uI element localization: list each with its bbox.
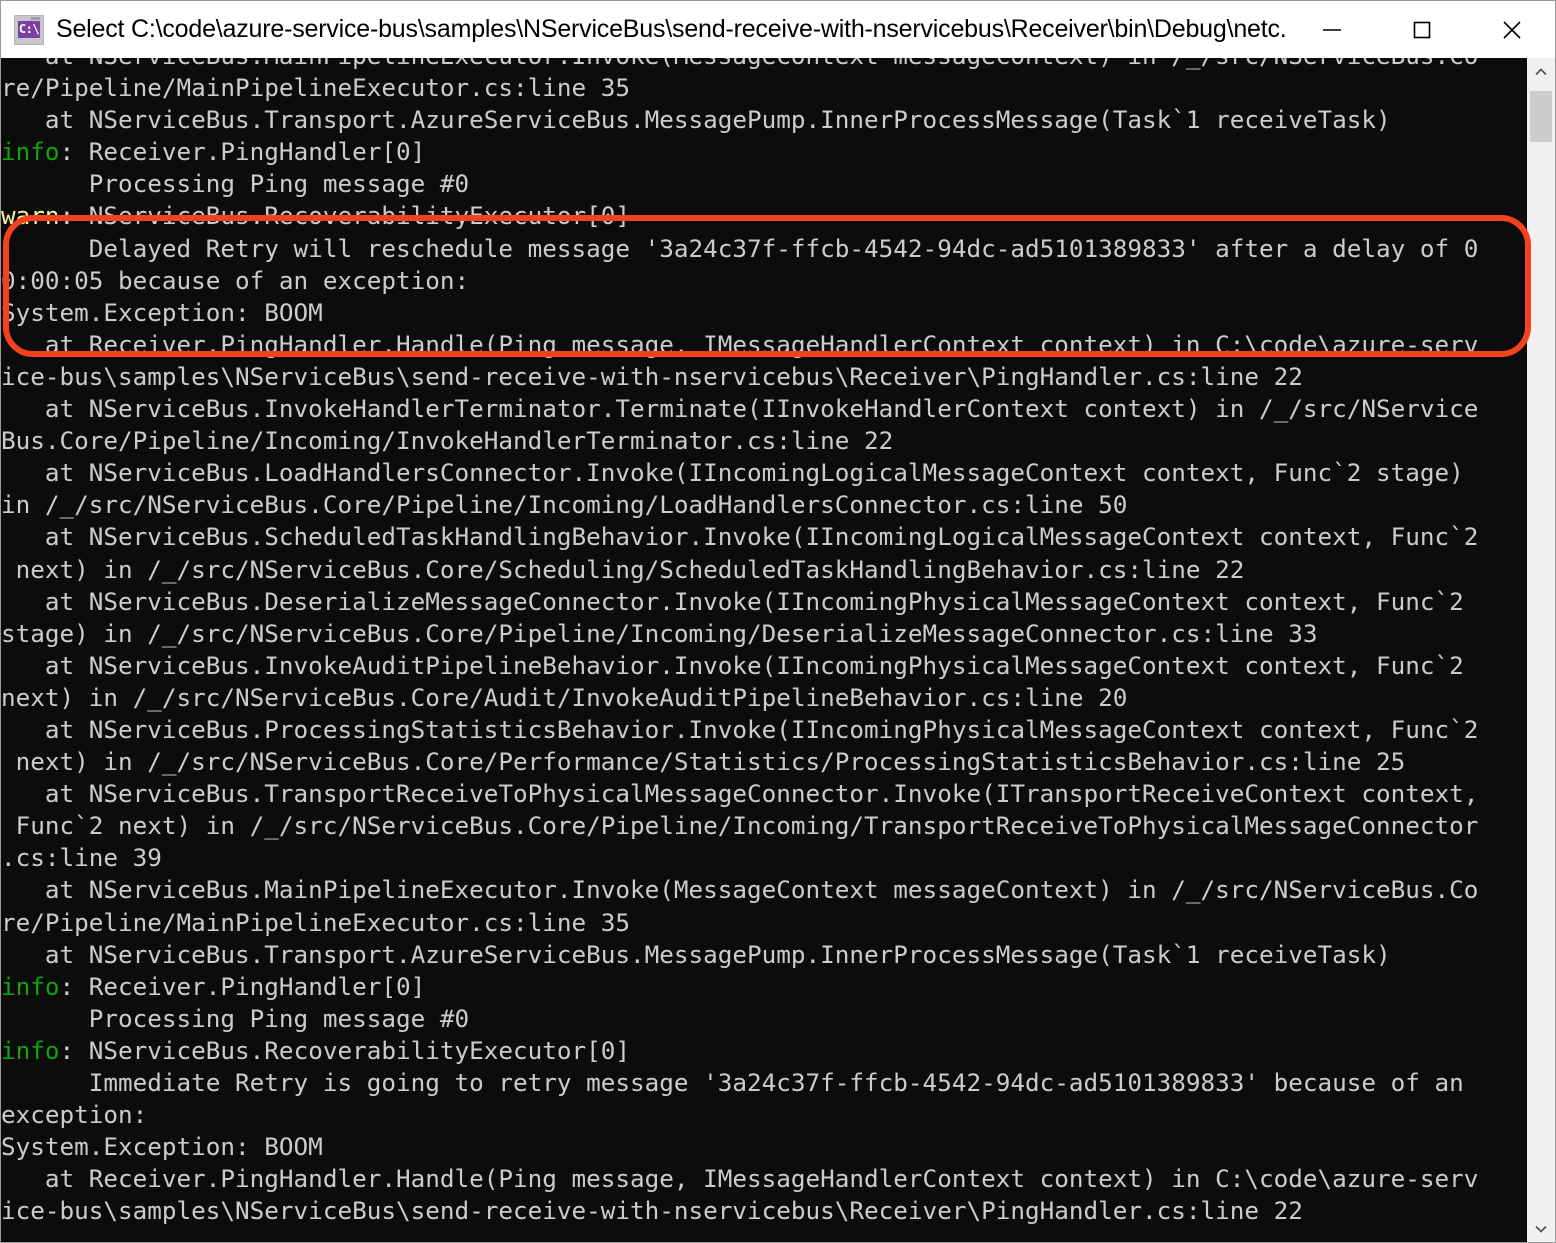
chevron-down-icon bbox=[1535, 1225, 1547, 1233]
scrollbar-thumb[interactable] bbox=[1530, 91, 1552, 142]
console-line: Processing Ping message #0 bbox=[1, 1003, 470, 1033]
console-line: at NServiceBus.InvokeHandlerTerminator.T… bbox=[1, 394, 1479, 424]
console-line: ice-bus\samples\NServiceBus\send-receive… bbox=[1, 361, 1303, 391]
window-controls bbox=[1287, 1, 1555, 58]
chevron-up-icon bbox=[1535, 68, 1547, 76]
console-line: stage) in /_/src/NServiceBus.Core/Pipeli… bbox=[1, 618, 1318, 648]
log-level-info: info bbox=[1, 137, 60, 167]
console-line: : Receiver.PingHandler[0] bbox=[59, 971, 426, 1001]
console-line: at NServiceBus.DeserializeMessageConnect… bbox=[1, 586, 1464, 616]
console-line: next) in /_/src/NServiceBus.Core/Perform… bbox=[1, 747, 1406, 777]
scroll-down-button[interactable] bbox=[1527, 1215, 1555, 1242]
console-line: System.Exception: BOOM bbox=[1, 297, 323, 327]
icon-titlebits bbox=[31, 16, 40, 20]
console-output-area[interactable]: at NServiceBus.MainPipelineExecutor.Invo… bbox=[1, 58, 1529, 1242]
minimize-button[interactable] bbox=[1287, 1, 1377, 58]
console-line: at NServiceBus.ProcessingStatisticsBehav… bbox=[1, 714, 1479, 744]
console-window: C:\ Select C:\code\azure-service-bus\sam… bbox=[0, 0, 1556, 1243]
console-line: in /_/src/NServiceBus.Core/Pipeline/Inco… bbox=[1, 490, 1128, 520]
window-titlebar[interactable]: C:\ Select C:\code\azure-service-bus\sam… bbox=[1, 1, 1555, 58]
close-button[interactable] bbox=[1467, 1, 1555, 58]
console-line: 0:00:05 because of an exception: bbox=[1, 265, 470, 295]
scroll-up-button[interactable] bbox=[1527, 58, 1555, 86]
log-level-info: info bbox=[1, 1035, 60, 1065]
console-line: at NServiceBus.TransportReceiveToPhysica… bbox=[1, 779, 1479, 809]
console-line: Processing Ping message #0 bbox=[1, 169, 470, 199]
console-line: : NServiceBus.RecoverabilityExecutor[0] bbox=[59, 1035, 631, 1065]
maximize-icon bbox=[1413, 21, 1431, 38]
console-line: at Receiver.PingHandler.Handle(Ping mess… bbox=[1, 329, 1479, 359]
window-title: Select C:\code\azure-service-bus\samples… bbox=[56, 15, 1287, 43]
close-icon bbox=[1503, 20, 1521, 39]
console-line: Delayed Retry will reschedule message '3… bbox=[1, 233, 1479, 263]
console-line: : NServiceBus.RecoverabilityExecutor[0] bbox=[59, 201, 631, 231]
console-icon-prompt: C:\ bbox=[18, 20, 40, 38]
console-line: at NServiceBus.MainPipelineExecutor.Invo… bbox=[1, 875, 1479, 905]
console-app-icon: C:\ bbox=[14, 14, 44, 45]
console-line: ice-bus\samples\NServiceBus\send-receive… bbox=[1, 1196, 1303, 1226]
console-line: at NServiceBus.ScheduledTaskHandlingBeha… bbox=[1, 522, 1479, 552]
console-line: Immediate Retry is going to retry messag… bbox=[1, 1068, 1464, 1097]
console-line: next) in /_/src/NServiceBus.Core/Audit/I… bbox=[1, 682, 1128, 712]
maximize-button[interactable] bbox=[1377, 1, 1467, 58]
log-level-info: info bbox=[1, 971, 60, 1001]
console-line: at NServiceBus.Transport.AzureServiceBus… bbox=[1, 939, 1391, 969]
console-line: at NServiceBus.MainPipelineExecutor.Invo… bbox=[1, 58, 1479, 70]
console-line: : Receiver.PingHandler[0] bbox=[59, 137, 426, 167]
console-text: at NServiceBus.MainPipelineExecutor.Invo… bbox=[1, 58, 1529, 1227]
console-line: .cs:line 39 bbox=[1, 843, 162, 873]
console-line: at NServiceBus.Transport.AzureServiceBus… bbox=[1, 105, 1391, 135]
console-line: at NServiceBus.InvokeAuditPipelineBehavi… bbox=[1, 650, 1464, 680]
console-line: re/Pipeline/MainPipelineExecutor.cs:line… bbox=[1, 907, 631, 937]
console-line: re/Pipeline/MainPipelineExecutor.cs:line… bbox=[1, 73, 631, 103]
console-line: Func`2 next) in /_/src/NServiceBus.Core/… bbox=[1, 811, 1479, 841]
console-line: at NServiceBus.LoadHandlersConnector.Inv… bbox=[1, 458, 1464, 488]
log-level-warn: warn bbox=[1, 201, 60, 231]
console-line: exception: bbox=[1, 1100, 148, 1130]
vertical-scrollbar[interactable] bbox=[1527, 58, 1555, 1242]
minimize-icon bbox=[1323, 28, 1341, 31]
console-line: Bus.Core/Pipeline/Incoming/InvokeHandler… bbox=[1, 426, 894, 456]
console-line: at Receiver.PingHandler.Handle(Ping mess… bbox=[1, 1164, 1479, 1194]
console-line: next) in /_/src/NServiceBus.Core/Schedul… bbox=[1, 554, 1245, 584]
console-line: System.Exception: BOOM bbox=[1, 1132, 323, 1162]
